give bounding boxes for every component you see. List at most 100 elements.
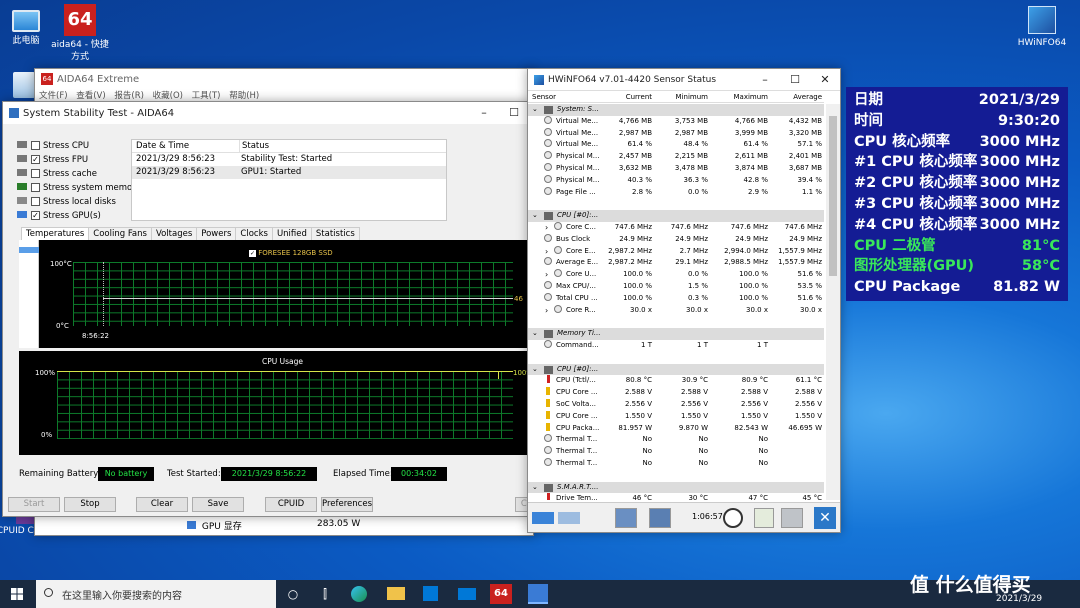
sensor-row[interactable]: Thermal T... No No No: [528, 458, 824, 470]
tab-powers[interactable]: Powers: [196, 227, 237, 240]
stress-fpu-option[interactable]: ✓ Stress FPU: [17, 153, 141, 167]
sensor-row[interactable]: Bus Clock 24.9 MHz 24.9 MHz 24.9 MHz 24.9 MH…: [528, 233, 824, 246]
sensor-row[interactable]: Average E... 2,987.2 MHz 29.1 MHz 2,988.5 M…: [528, 257, 824, 269]
sensor-row[interactable]: Virtual Me... 61.4 % 48.4 % 61.4 % 57.1 %: [528, 139, 824, 151]
sensor-row[interactable]: Thermal T... No No No: [528, 434, 824, 446]
sensor-section-header[interactable]: ⌄ System: S...: [528, 104, 824, 116]
sensor-row[interactable]: Physical M... 40.3 % 36.3 % 42.8 % 39.4 %: [528, 174, 824, 187]
save-button[interactable]: Save: [192, 497, 244, 512]
expand-icon[interactable]: ›: [545, 246, 548, 258]
clear-button[interactable]: Clear: [136, 497, 188, 512]
hwinfo-taskbar-icon[interactable]: [528, 584, 548, 604]
sensor-current: 46 °C: [632, 494, 652, 500]
sensor-row[interactable]: Page File ... 2.8 % 0.0 % 2.9 % 1.1 %: [528, 186, 824, 199]
minimize-button[interactable]: –: [469, 102, 499, 124]
aida64-taskbar-icon[interactable]: 64: [490, 584, 512, 604]
reset-icon[interactable]: [615, 508, 637, 528]
tab-cooling-fans[interactable]: Cooling Fans: [88, 227, 152, 240]
log-row[interactable]: 2021/3/29 8:56:23 GPU1: Started: [132, 166, 446, 179]
stop-button[interactable]: Stop: [64, 497, 116, 512]
expand-icon[interactable]: ›: [545, 222, 548, 234]
sensor-row[interactable]: Max CPU/... 100.0 % 1.5 % 100.0 % 53.5 %: [528, 281, 824, 293]
mail-icon[interactable]: [458, 588, 476, 600]
sensor-row[interactable]: CPU (Tctl/... 80.8 °C 30.9 °C 80.9 °C 61.1 °…: [528, 375, 824, 387]
sensor-row[interactable]: Total CPU ... 100.0 % 0.3 % 100.0 % 51.6 %: [528, 292, 824, 305]
sensor-row[interactable]: Virtual Me... 4,766 MB 3,753 MB 4,766 MB 4,4…: [528, 115, 824, 128]
expand-icon[interactable]: ›: [545, 305, 548, 317]
search-box[interactable]: 在这里输入你要搜索的内容: [36, 580, 276, 608]
sensor-row[interactable]: › Core C... 747.6 MHz 747.6 MHz 747.6 MHz 747…: [528, 222, 824, 234]
tab-clocks[interactable]: Clocks: [235, 227, 273, 240]
checkbox[interactable]: [31, 169, 40, 178]
sensor-row[interactable]: CPU Core ... 2.588 V 2.588 V 2.588 V 2.588 V: [528, 387, 824, 399]
desktop-icon-aida64[interactable]: 64 aida64 - 快捷方式: [48, 4, 112, 63]
task-view-icon[interactable]: ○: [283, 584, 303, 604]
checkbox[interactable]: ✓: [31, 211, 40, 220]
task-switcher-icon[interactable]: ⫿: [315, 584, 335, 604]
checkbox[interactable]: [31, 183, 40, 192]
sensor-row[interactable]: CPU Packa... 81.957 W 9.870 W 82.543 W 46.69…: [528, 422, 824, 435]
tab-statistics[interactable]: Statistics: [310, 227, 360, 240]
sensor-row[interactable]: Physical M... 3,632 MB 3,478 MB 3,874 MB 3,6…: [528, 163, 824, 175]
sensor-circle-icon: [554, 304, 562, 313]
sensor-row[interactable]: CPU Core ... 1.550 V 1.550 V 1.550 V 1.550 V: [528, 410, 824, 423]
maximize-button[interactable]: ☐: [499, 102, 529, 124]
sensor-row[interactable]: › Core R... 30.0 x 30.0 x 30.0 x 30.0 x: [528, 304, 824, 317]
menu-tools[interactable]: 工具(T): [192, 91, 221, 101]
tab-unified[interactable]: Unified: [271, 227, 312, 240]
start-button[interactable]: Start: [8, 497, 60, 512]
sensor-row[interactable]: Thermal T... No No No: [528, 446, 824, 458]
cpuid-button[interactable]: CPUID: [265, 497, 317, 512]
nav-left-icon[interactable]: [532, 512, 554, 524]
preferences-button[interactable]: Preferences: [321, 497, 373, 512]
stress-disks-option[interactable]: Stress local disks: [17, 195, 141, 209]
stress-cache-option[interactable]: Stress cache: [17, 167, 141, 181]
log-row[interactable]: 2021/3/29 8:56:23 Stability Test: Starte…: [132, 153, 446, 166]
sensor-scrollbar[interactable]: [826, 104, 840, 500]
sensor-row[interactable]: › Core E... 2,987.2 MHz 2.7 MHz 2,994.0 MHz 1…: [528, 245, 824, 258]
collapse-icon[interactable]: ⌄: [532, 210, 538, 222]
sensor-section-header[interactable]: ⌄ CPU [#0]:...: [528, 210, 824, 222]
collapse-icon[interactable]: ⌄: [532, 328, 538, 340]
settings-icon[interactable]: [781, 508, 803, 528]
sensor-row[interactable]: Virtual Me... 2,987 MB 2,987 MB 3,999 MB 3,3…: [528, 127, 824, 140]
nav-right-icon[interactable]: [558, 512, 580, 524]
stress-cpu-option[interactable]: Stress CPU: [17, 139, 141, 153]
sensor-row[interactable]: Command... 1 T 1 T 1 T: [528, 340, 824, 352]
sensor-row[interactable]: Physical M... 2,457 MB 2,215 MB 2,611 MB 2,4…: [528, 151, 824, 163]
legend-checkbox[interactable]: ✓: [249, 250, 256, 257]
file-explorer-icon[interactable]: [387, 587, 405, 600]
menu-favorites[interactable]: 收藏(O): [153, 91, 183, 101]
menu-help[interactable]: 帮助(H): [229, 91, 259, 101]
collapse-icon[interactable]: ⌄: [532, 104, 538, 116]
menu-file[interactable]: 文件(F): [39, 91, 68, 101]
start-button[interactable]: [0, 580, 36, 608]
collapse-icon[interactable]: ⌄: [532, 482, 538, 494]
sensor-row[interactable]: Drive Tem... 46 °C 30 °C 47 °C 45 °C: [528, 493, 824, 500]
collapse-icon[interactable]: ⌄: [532, 364, 538, 376]
desktop-icon-hwinfo[interactable]: HWiNFO64: [1010, 6, 1074, 49]
tab-temperatures[interactable]: Temperatures: [21, 227, 90, 240]
sensor-row[interactable]: SoC Volta... 2.556 V 2.556 V 2.556 V 2.556 V: [528, 399, 824, 411]
tab-voltages[interactable]: Voltages: [150, 227, 198, 240]
sensor-section-header[interactable]: ⌄ CPU [#0]:...: [528, 363, 824, 376]
checkbox[interactable]: ✓: [31, 155, 40, 164]
store-icon[interactable]: [423, 586, 438, 601]
minimize-button[interactable]: –: [750, 69, 780, 90]
maximize-button[interactable]: ☐: [780, 69, 810, 90]
report-icon[interactable]: [754, 508, 774, 528]
expand-icon[interactable]: ›: [545, 269, 548, 281]
close-button[interactable]: ✕: [810, 69, 840, 90]
menu-report[interactable]: 报告(R): [114, 91, 144, 101]
stress-gpu-option[interactable]: ✓ Stress GPU(s): [17, 209, 141, 223]
sensor-row[interactable]: › Core U... 100.0 % 0.0 % 100.0 % 51.6 %: [528, 269, 824, 281]
menu-view[interactable]: 查看(V): [76, 91, 105, 101]
checkbox[interactable]: [31, 141, 40, 150]
sensor-section-header[interactable]: ⌄ S.M.A.R.T....: [528, 481, 824, 494]
sensor-section-header[interactable]: ⌄ Memory Ti...: [528, 328, 824, 340]
close-sensors-icon[interactable]: ✕: [814, 507, 836, 529]
edge-icon[interactable]: [351, 586, 367, 602]
checkbox[interactable]: [31, 197, 40, 206]
stress-memory-option[interactable]: Stress system memory: [17, 181, 141, 195]
network-icon[interactable]: [649, 508, 671, 528]
